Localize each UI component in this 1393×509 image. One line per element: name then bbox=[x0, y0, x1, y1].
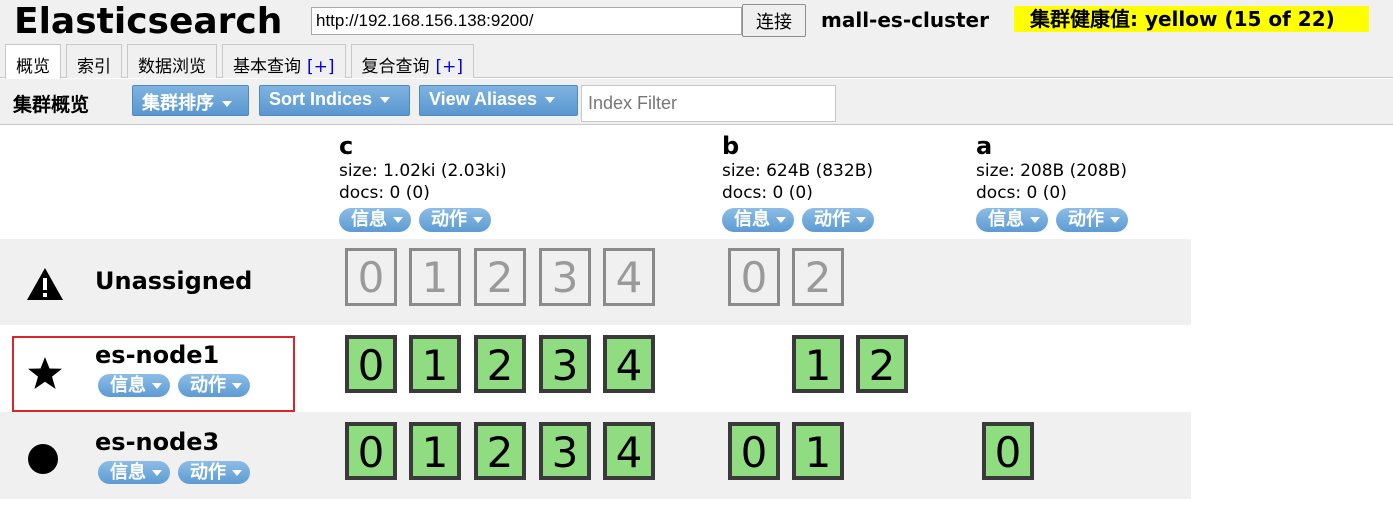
button-label: 信息 bbox=[351, 209, 387, 230]
toolbar-title: 集群概览 bbox=[13, 94, 90, 116]
tab-compound-query[interactable]: 复合查询 [+] bbox=[350, 44, 475, 78]
chevron-down-icon bbox=[222, 101, 232, 108]
tab-indices[interactable]: 索引 bbox=[66, 44, 122, 78]
index-name: c bbox=[339, 132, 354, 160]
chevron-down-icon bbox=[393, 217, 403, 223]
index-action-button[interactable]: 动作 bbox=[1056, 208, 1128, 232]
chevron-down-icon bbox=[1110, 217, 1120, 223]
shard-c-2-unassigned[interactable]: 2 bbox=[474, 248, 526, 306]
node-name: es-node3 bbox=[95, 428, 220, 456]
sort-indices-button[interactable]: Sort Indices bbox=[259, 85, 410, 116]
button-label: 动作 bbox=[1068, 209, 1104, 230]
chevron-down-icon bbox=[232, 470, 242, 476]
index-size: size: 624B (832B) bbox=[722, 161, 873, 181]
tab-label: 索引 bbox=[77, 57, 111, 77]
tab-overview[interactable]: 概览 bbox=[5, 44, 61, 79]
shard-c-2[interactable]: 2 bbox=[474, 335, 526, 393]
index-docs: docs: 0 (0) bbox=[339, 183, 430, 203]
index-size: size: 1.02ki (2.03ki) bbox=[339, 161, 507, 181]
button-label: 信息 bbox=[110, 462, 146, 483]
index-actions: 信息 动作 bbox=[976, 208, 1136, 232]
button-label: 动作 bbox=[431, 209, 467, 230]
shard-b-0-unassigned[interactable]: 0 bbox=[728, 248, 780, 306]
index-name: b bbox=[722, 132, 740, 160]
shard-b-2[interactable]: 2 bbox=[856, 335, 908, 393]
tab-bar: 概览 索引 数据浏览 基本查询 [+] 复合查询 [+] bbox=[5, 44, 479, 79]
index-action-button[interactable]: 动作 bbox=[802, 208, 874, 232]
shard-c-1[interactable]: 1 bbox=[409, 422, 461, 480]
header: Elasticsearch 连接 mall-es-cluster 集群健康值: … bbox=[0, 0, 1393, 79]
add-query-link[interactable]: [+] bbox=[436, 57, 464, 77]
shard-a-0[interactable]: 0 bbox=[982, 422, 1034, 480]
highlight-box bbox=[12, 336, 295, 412]
warning-icon bbox=[26, 267, 64, 306]
url-input[interactable] bbox=[311, 7, 742, 35]
app-title: Elasticsearch bbox=[14, 1, 283, 42]
tab-label: 复合查询 bbox=[361, 57, 430, 77]
shard-b-1[interactable]: 1 bbox=[792, 335, 844, 393]
shard-c-4[interactable]: 4 bbox=[603, 335, 655, 393]
button-label: 信息 bbox=[988, 209, 1024, 230]
button-label: View Aliases bbox=[429, 89, 538, 109]
shard-c-4[interactable]: 4 bbox=[603, 422, 655, 480]
cluster-name: mall-es-cluster bbox=[821, 8, 989, 32]
button-label: 集群排序 bbox=[142, 93, 214, 113]
node-action-button[interactable]: 动作 bbox=[178, 461, 250, 484]
shard-b-0[interactable]: 0 bbox=[728, 422, 780, 480]
overview-toolbar: 集群概览 集群排序 Sort Indices View Aliases bbox=[0, 79, 1393, 125]
tab-label: 数据浏览 bbox=[138, 57, 206, 77]
shard-c-0[interactable]: 0 bbox=[345, 335, 397, 393]
chevron-down-icon bbox=[473, 217, 483, 223]
sort-cluster-button[interactable]: 集群排序 bbox=[132, 85, 249, 116]
shard-c-4-unassigned[interactable]: 4 bbox=[603, 248, 655, 306]
index-info-button[interactable]: 信息 bbox=[339, 208, 411, 232]
add-query-link[interactable]: [+] bbox=[307, 57, 335, 77]
chevron-down-icon bbox=[1030, 217, 1040, 223]
index-filter-input[interactable] bbox=[581, 85, 836, 122]
index-action-button[interactable]: 动作 bbox=[419, 208, 491, 232]
shard-c-3[interactable]: 3 bbox=[539, 422, 591, 480]
circle-icon bbox=[27, 443, 59, 480]
row-unassigned: Unassigned bbox=[0, 239, 1191, 325]
tab-label: 概览 bbox=[16, 57, 50, 77]
connect-button[interactable]: 连接 bbox=[742, 4, 806, 37]
cluster-health-badge: 集群健康值: yellow (15 of 22) bbox=[1014, 6, 1369, 32]
shard-b-2-unassigned[interactable]: 2 bbox=[792, 248, 844, 306]
shard-c-0[interactable]: 0 bbox=[345, 422, 397, 480]
shard-c-1[interactable]: 1 bbox=[409, 335, 461, 393]
index-info-button[interactable]: 信息 bbox=[722, 208, 794, 232]
button-label: 动作 bbox=[190, 462, 226, 483]
shard-b-1[interactable]: 1 bbox=[792, 422, 844, 480]
index-header-a: a size: 208B (208B) docs: 0 (0) 信息 动作 bbox=[976, 132, 1136, 232]
chevron-down-icon bbox=[545, 97, 556, 104]
index-actions: 信息 动作 bbox=[722, 208, 882, 232]
chevron-down-icon bbox=[152, 470, 162, 476]
chevron-down-icon bbox=[380, 97, 391, 104]
shard-c-0-unassigned[interactable]: 0 bbox=[345, 248, 397, 306]
chevron-down-icon bbox=[856, 217, 866, 223]
index-actions: 信息 动作 bbox=[339, 208, 507, 232]
node-name: Unassigned bbox=[95, 267, 253, 295]
chevron-down-icon bbox=[776, 217, 786, 223]
index-info-button[interactable]: 信息 bbox=[976, 208, 1048, 232]
shard-c-3-unassigned[interactable]: 3 bbox=[539, 248, 591, 306]
shard-c-3[interactable]: 3 bbox=[539, 335, 591, 393]
index-docs: docs: 0 (0) bbox=[722, 183, 813, 203]
button-label: 信息 bbox=[734, 209, 770, 230]
shard-c-1-unassigned[interactable]: 1 bbox=[409, 248, 461, 306]
index-name: a bbox=[976, 132, 993, 160]
view-aliases-button[interactable]: View Aliases bbox=[419, 85, 578, 116]
tab-basic-query[interactable]: 基本查询 [+] bbox=[222, 44, 346, 78]
button-label: Sort Indices bbox=[269, 89, 373, 109]
index-header-b: b size: 624B (832B) docs: 0 (0) 信息 动作 bbox=[722, 132, 882, 232]
node-info-button[interactable]: 信息 bbox=[98, 461, 170, 484]
tab-browser[interactable]: 数据浏览 bbox=[127, 44, 217, 78]
shard-c-2[interactable]: 2 bbox=[474, 422, 526, 480]
tab-label: 基本查询 bbox=[233, 57, 301, 77]
node-actions: 信息 动作 bbox=[98, 461, 258, 484]
index-size: size: 208B (208B) bbox=[976, 161, 1127, 181]
button-label: 动作 bbox=[814, 209, 850, 230]
index-docs: docs: 0 (0) bbox=[976, 183, 1067, 203]
index-header-c: c size: 1.02ki (2.03ki) docs: 0 (0) 信息 动… bbox=[339, 132, 507, 232]
